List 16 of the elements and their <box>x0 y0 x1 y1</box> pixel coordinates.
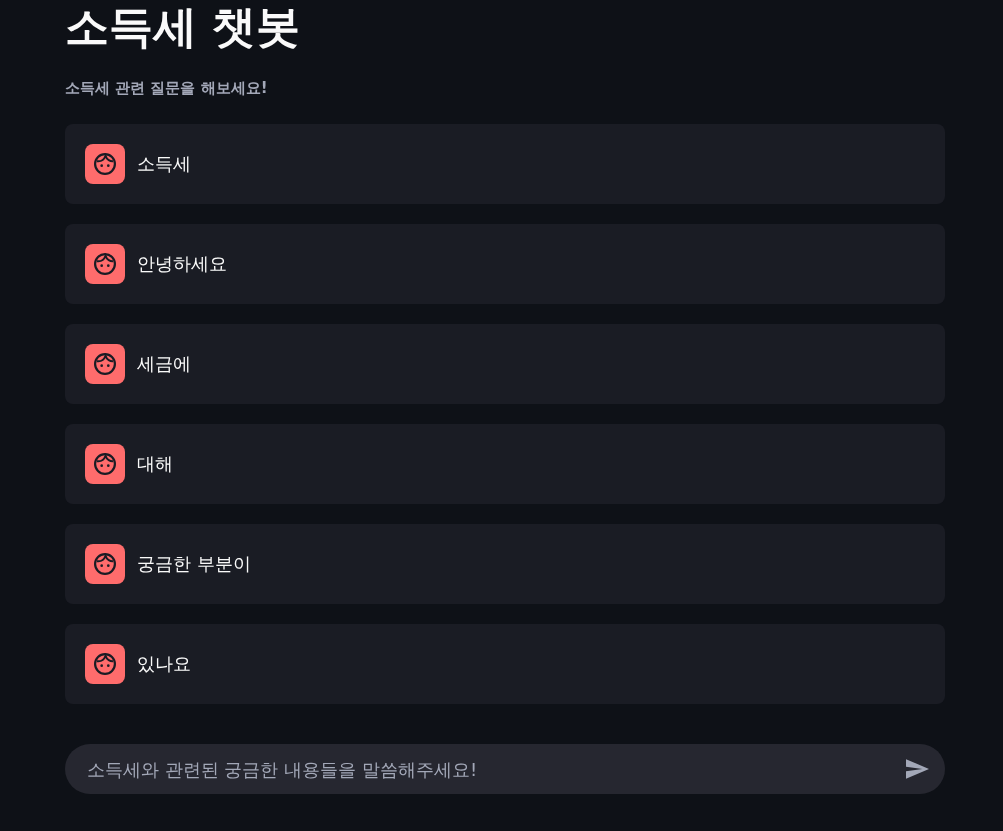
message-text: 세금에 <box>137 352 191 376</box>
face-icon <box>94 653 116 675</box>
send-icon <box>905 759 929 779</box>
face-icon <box>94 553 116 575</box>
message-text: 있나요 <box>137 652 191 676</box>
message-text: 대해 <box>137 452 173 476</box>
page-subtitle: 소득세 관련 질문을 해보세요! <box>65 78 268 98</box>
chat-input[interactable]: 소득세와 관련된 궁금한 내용들을 말씀해주세요! <box>65 744 945 794</box>
message-text: 궁금한 부분이 <box>137 552 251 576</box>
page-title: 소득세 챗봇 <box>65 0 301 52</box>
face-icon <box>94 453 116 475</box>
face-icon <box>94 253 116 275</box>
message-text: 소득세 <box>137 152 191 176</box>
message-text: 안녕하세요 <box>137 252 227 276</box>
face-icon <box>94 353 116 375</box>
face-icon <box>94 153 116 175</box>
